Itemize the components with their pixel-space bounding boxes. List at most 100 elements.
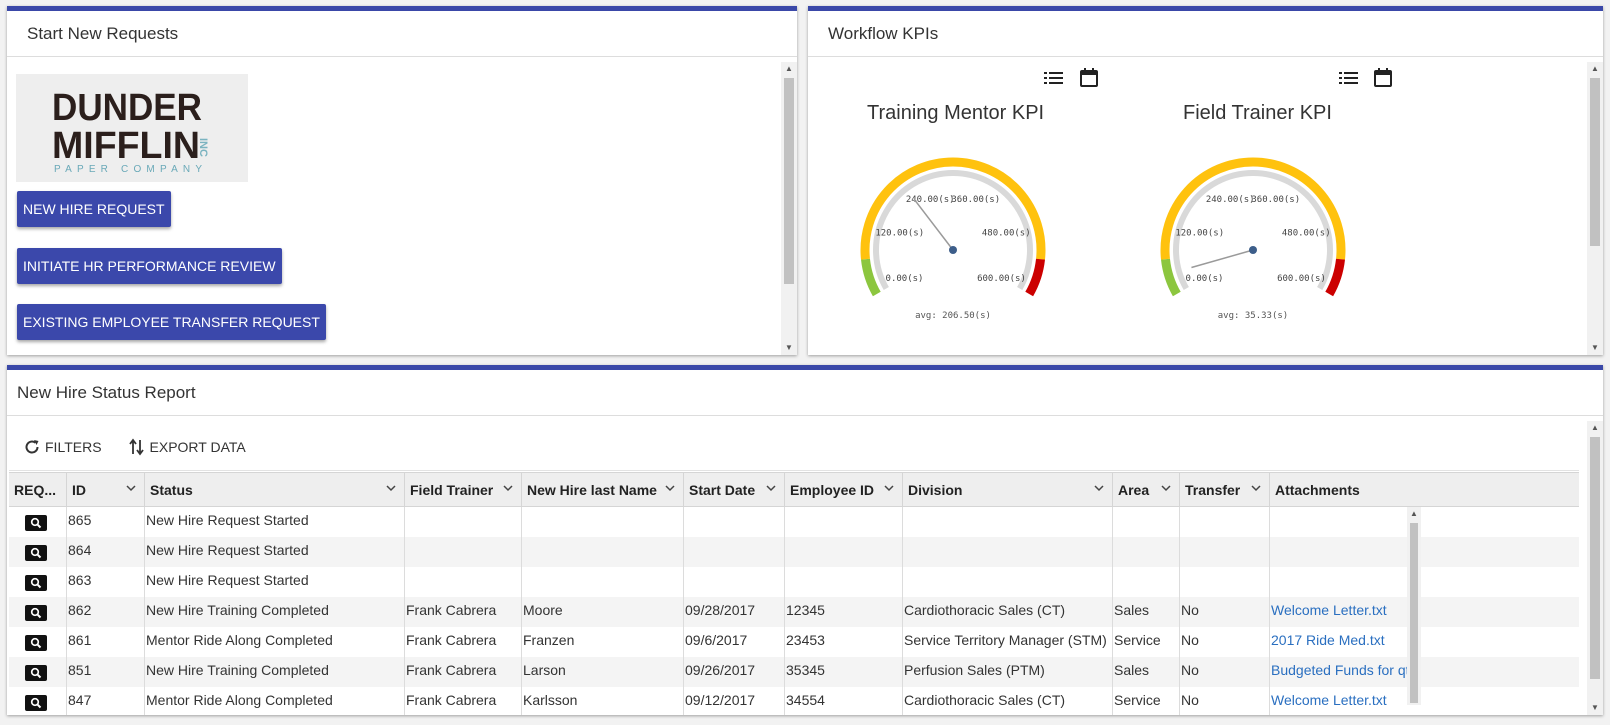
chevron-down-icon[interactable]: [665, 484, 675, 492]
view-request-button[interactable]: [25, 635, 47, 651]
cell-attachments[interactable]: Welcome Letter.txt: [1270, 597, 1579, 627]
scroll-thumb[interactable]: [1590, 78, 1600, 246]
table-row[interactable]: 862 New Hire Training Completed Frank Cabr…: [9, 597, 1579, 627]
vertical-scrollbar[interactable]: ▲ ▼: [1587, 421, 1603, 715]
view-request-button[interactable]: [25, 695, 47, 711]
chevron-down-icon[interactable]: [766, 484, 776, 492]
table-row[interactable]: 864 New Hire Request Started: [9, 537, 1579, 567]
column-header-new-hire-last-name[interactable]: New Hire last Name: [522, 473, 684, 506]
column-header-status[interactable]: Status: [145, 473, 405, 506]
chevron-down-icon[interactable]: [1161, 484, 1171, 492]
column-header-label: REQ...: [14, 481, 57, 498]
initiate-hr-performance-review-button[interactable]: INITIATE HR PERFORMANCE REVIEW: [17, 248, 282, 284]
cell-transfer: [1180, 567, 1270, 597]
magnifier-icon: [30, 577, 42, 589]
cell-transfer: No: [1180, 657, 1270, 687]
column-header-start-date[interactable]: Start Date: [684, 473, 785, 506]
column-header-id[interactable]: ID: [67, 473, 145, 506]
vertical-scrollbar[interactable]: ▲ ▼: [1587, 62, 1603, 355]
gauge-tick-label: 0.00(s): [886, 274, 924, 284]
scroll-down-arrow-icon[interactable]: ▼: [781, 341, 797, 355]
cell-start-date: 09/26/2017: [684, 657, 785, 687]
cell-attachments[interactable]: Welcome Letter.txt: [1270, 687, 1579, 715]
column-header-division[interactable]: Division: [903, 473, 1113, 506]
column-header-label: Employee ID: [790, 481, 875, 498]
scroll-thumb[interactable]: [1410, 523, 1418, 703]
view-request-button[interactable]: [25, 545, 47, 561]
magnifier-icon: [30, 637, 42, 649]
cell-employee-id: [785, 537, 903, 567]
scroll-thumb[interactable]: [784, 78, 794, 284]
cell-field-trainer: [405, 537, 522, 567]
cell-start-date: [684, 537, 785, 567]
cell-start-date: [684, 567, 785, 597]
cell-field-trainer: Frank Cabrera: [405, 687, 522, 715]
list-icon[interactable]: [1339, 70, 1359, 86]
table-row[interactable]: 851 New Hire Training Completed Frank Cabr…: [9, 657, 1579, 687]
chevron-down-icon[interactable]: [1094, 484, 1104, 492]
scroll-down-arrow-icon[interactable]: ▼: [1587, 341, 1603, 355]
filters-button[interactable]: FILTERS: [23, 438, 102, 456]
list-icon[interactable]: [1044, 70, 1064, 86]
cell-division: Perfusion Sales (PTM): [903, 657, 1113, 687]
magnifier-icon: [30, 697, 42, 709]
column-header-field-trainer[interactable]: Field Trainer: [405, 473, 522, 506]
table-row[interactable]: 847 Mentor Ride Along Completed Frank Cabr…: [9, 687, 1579, 715]
cell-last-name: [522, 567, 684, 597]
chevron-down-icon[interactable]: [503, 484, 513, 492]
cell-start-date: 09/28/2017: [684, 597, 785, 627]
scroll-up-arrow-icon[interactable]: ▲: [1587, 62, 1603, 76]
table-row[interactable]: 861 Mentor Ride Along Completed Frank Cabr…: [9, 627, 1579, 657]
existing-employee-transfer-request-button[interactable]: EXISTING EMPLOYEE TRANSFER REQUEST: [17, 304, 326, 340]
table-row[interactable]: 863 New Hire Request Started: [9, 567, 1579, 597]
scroll-up-arrow-icon[interactable]: ▲: [781, 62, 797, 76]
calendar-icon[interactable]: [1080, 68, 1098, 87]
cell-req: [9, 687, 67, 715]
cell-division: [903, 537, 1113, 567]
cell-employee-id: [785, 507, 903, 537]
cell-area: Service: [1113, 687, 1180, 715]
calendar-icon[interactable]: [1374, 68, 1392, 87]
export-data-button[interactable]: EXPORT DATA: [128, 438, 246, 456]
vertical-scrollbar[interactable]: ▲ ▼: [781, 62, 797, 355]
cell-area: [1113, 567, 1180, 597]
cell-status: Mentor Ride Along Completed: [145, 627, 405, 657]
cell-employee-id: [785, 567, 903, 597]
chevron-down-icon[interactable]: [884, 484, 894, 492]
cell-id: 864: [67, 537, 145, 567]
column-header-attachments[interactable]: Attachments: [1270, 473, 1579, 506]
column-header-transfer[interactable]: Transfer: [1180, 473, 1270, 506]
magnifier-icon: [30, 667, 42, 679]
cell-attachments[interactable]: 2017 Ride Med.txt: [1270, 627, 1579, 657]
column-header-label: Start Date: [689, 481, 756, 498]
table-row[interactable]: 865 New Hire Request Started: [9, 507, 1579, 537]
column-header-req[interactable]: REQ...: [9, 473, 67, 506]
scroll-up-arrow-icon[interactable]: ▲: [1407, 507, 1421, 521]
magnifier-icon: [30, 547, 42, 559]
cell-attachments[interactable]: Budgeted Funds for qtr: [1270, 657, 1579, 687]
scroll-up-arrow-icon[interactable]: ▲: [1587, 421, 1603, 435]
new-hire-request-button[interactable]: NEW HIRE REQUEST: [17, 191, 171, 227]
gauge-tick-label: 360.00(s): [1251, 195, 1300, 205]
grid-vertical-scrollbar[interactable]: ▲: [1407, 507, 1421, 705]
cell-area: Sales: [1113, 657, 1180, 687]
chevron-down-icon[interactable]: [126, 484, 136, 492]
column-header-label: Status: [150, 481, 193, 498]
chevron-down-icon[interactable]: [1251, 484, 1261, 492]
cell-status: New Hire Request Started: [145, 567, 405, 597]
view-request-button[interactable]: [25, 665, 47, 681]
view-request-button[interactable]: [25, 605, 47, 621]
gauge-tick-label: 600.00(s): [977, 274, 1026, 284]
scroll-down-arrow-icon[interactable]: ▼: [1587, 701, 1603, 715]
view-request-button[interactable]: [25, 575, 47, 591]
cell-req: [9, 567, 67, 597]
cell-id: 863: [67, 567, 145, 597]
column-header-area[interactable]: Area: [1113, 473, 1180, 506]
cell-field-trainer: Frank Cabrera: [405, 597, 522, 627]
cell-transfer: [1180, 507, 1270, 537]
column-header-employee-id[interactable]: Employee ID: [785, 473, 903, 506]
view-request-button[interactable]: [25, 515, 47, 531]
chevron-down-icon[interactable]: [386, 484, 396, 492]
cell-status: Mentor Ride Along Completed: [145, 687, 405, 715]
scroll-thumb[interactable]: [1590, 437, 1600, 679]
